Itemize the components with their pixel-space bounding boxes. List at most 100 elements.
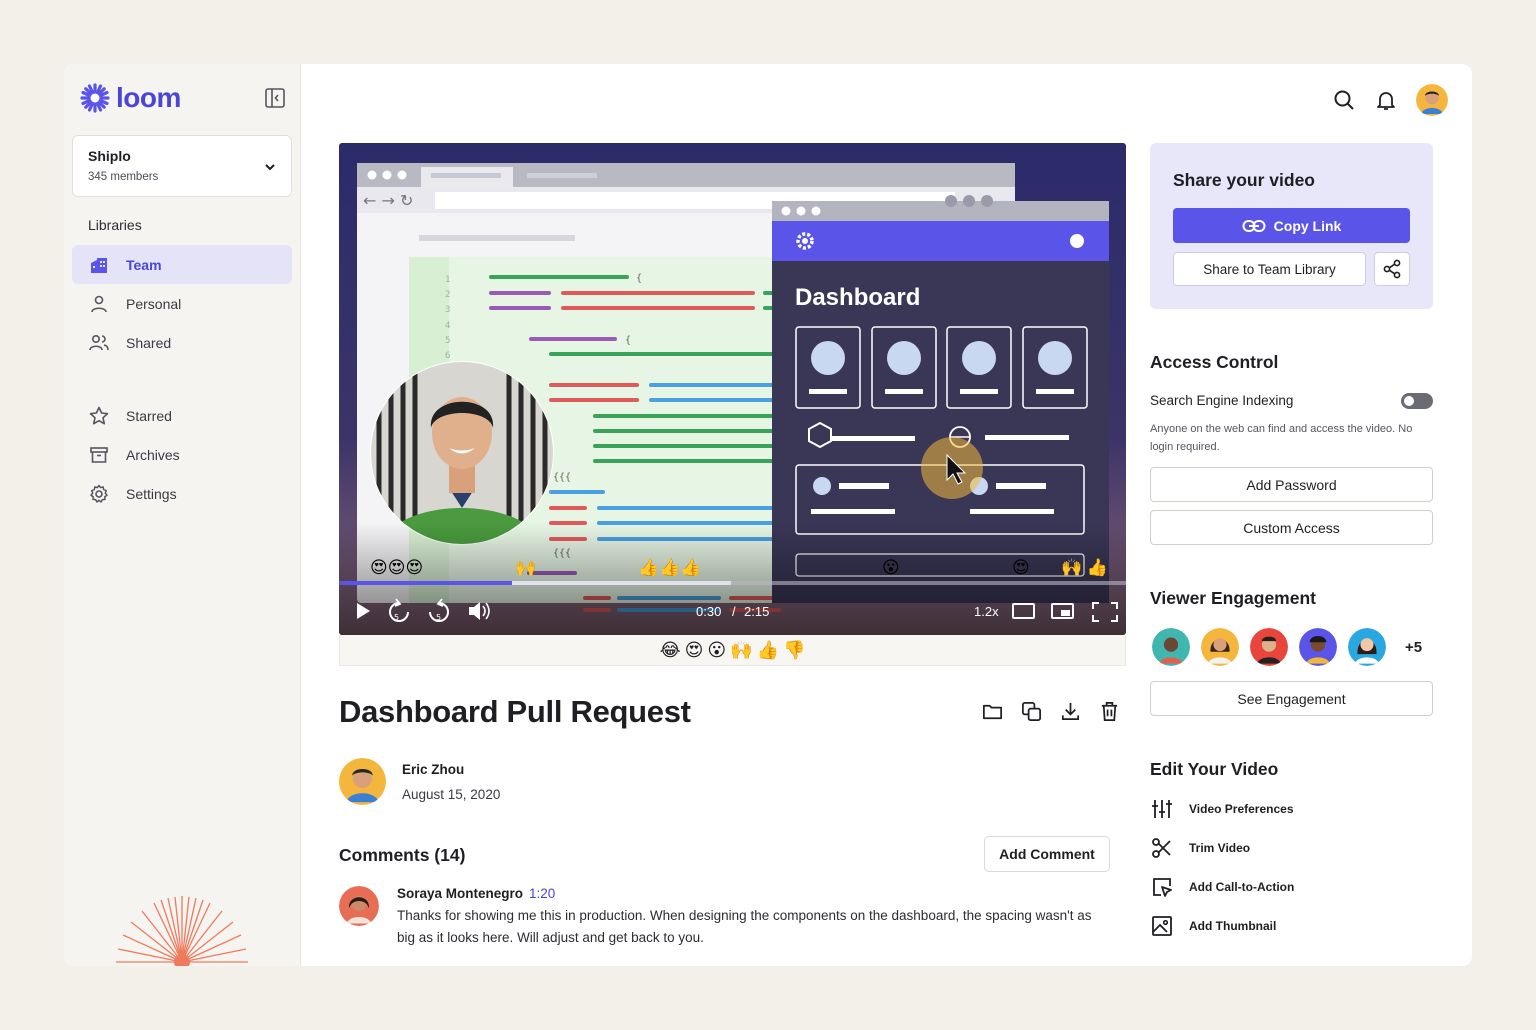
svg-text:{{{: {{{ bbox=[553, 472, 571, 483]
current-time: 0:30 bbox=[696, 604, 721, 619]
inner-dashboard-title: Dashboard bbox=[795, 284, 920, 311]
sidebar-item-starred[interactable]: Starred bbox=[72, 396, 292, 435]
libraries-heading: Libraries bbox=[88, 217, 142, 233]
viewer-avatar[interactable] bbox=[1150, 626, 1192, 668]
sidebar-item-settings[interactable]: Settings bbox=[72, 474, 292, 513]
author-name[interactable]: Eric Zhou bbox=[402, 762, 500, 777]
app-window: loom Shiplo 345 members Libraries Team P… bbox=[64, 64, 1472, 966]
search-indexing-description: Anyone on the web can find and access th… bbox=[1150, 423, 1413, 453]
svg-text:2: 2 bbox=[445, 290, 450, 300]
sidebar: loom Shiplo 345 members Libraries Team P… bbox=[64, 64, 301, 966]
svg-text:1: 1 bbox=[445, 275, 450, 285]
edit-item-label: Add Call-to-Action bbox=[1189, 880, 1295, 894]
sidebar-collapse-icon[interactable] bbox=[264, 87, 286, 109]
svg-text:{: { bbox=[625, 335, 631, 346]
svg-text:5: 5 bbox=[394, 613, 399, 622]
duplicate-icon[interactable] bbox=[1020, 700, 1043, 723]
main-content: ← → ↻ 1 2 3 4 5 6 {{{{{Dashboard 😍😍😍 🙌 👍👍👍… bbox=[301, 64, 1472, 966]
copy-link-label: Copy Link bbox=[1273, 217, 1342, 234]
archive-icon bbox=[90, 446, 108, 463]
svg-text:4: 4 bbox=[445, 321, 450, 331]
upload-date: August 15, 2020 bbox=[402, 786, 501, 802]
chevron-down-icon bbox=[265, 164, 275, 171]
sidebar-item-label: Team bbox=[126, 256, 162, 273]
workspace-members: 345 members bbox=[88, 171, 159, 183]
video-player[interactable]: ← → ↻ 1 2 3 4 5 6 {{{{{Dashboard 😍😍😍 🙌 👍👍👍… bbox=[339, 143, 1126, 635]
floating-reactions: 😍 bbox=[1012, 558, 1030, 577]
add-thumbnail-option[interactable]: Add Thumbnail bbox=[1150, 914, 1276, 938]
workspace-name: Shiplo bbox=[88, 148, 131, 164]
search-icon[interactable] bbox=[1332, 88, 1356, 112]
viewer-avatar[interactable] bbox=[1199, 626, 1241, 668]
reaction-love[interactable]: 😍 bbox=[685, 640, 704, 661]
custom-access-button[interactable]: Custom Access bbox=[1150, 510, 1433, 545]
edit-item-label: Video Preferences bbox=[1189, 802, 1294, 816]
search-indexing-toggle[interactable] bbox=[1401, 393, 1433, 409]
playback-speed[interactable]: 1.2x bbox=[974, 604, 999, 619]
svg-text:6: 6 bbox=[445, 351, 450, 361]
add-cta-option[interactable]: Add Call-to-Action bbox=[1150, 875, 1294, 899]
author-info: Eric Zhou August 15, 2020 bbox=[339, 758, 500, 805]
author-avatar[interactable] bbox=[339, 758, 386, 805]
reaction-wow[interactable]: 😮 bbox=[707, 640, 726, 661]
download-icon[interactable] bbox=[1059, 700, 1082, 723]
sidebar-item-shared[interactable]: Shared bbox=[72, 323, 292, 362]
viewer-avatar[interactable] bbox=[1297, 626, 1339, 668]
bell-icon[interactable] bbox=[1374, 88, 1398, 112]
time-separator: / bbox=[732, 604, 736, 619]
progress-bar[interactable] bbox=[339, 581, 512, 585]
sidebar-item-label: Shared bbox=[126, 334, 172, 351]
copy-link-button[interactable]: Copy Link bbox=[1173, 208, 1410, 243]
image-icon bbox=[1152, 916, 1172, 936]
loom-asterisk-icon bbox=[80, 83, 110, 113]
floating-reactions: 😍😍😍 bbox=[370, 558, 423, 577]
add-password-button[interactable]: Add Password bbox=[1150, 467, 1433, 502]
comment-item: Soraya Montenegro 1:20 Thanks for showing… bbox=[339, 886, 1109, 949]
video-preferences-option[interactable]: Video Preferences bbox=[1150, 797, 1294, 821]
sidebar-item-personal[interactable]: Personal bbox=[72, 284, 292, 323]
brand-name: loom bbox=[116, 82, 181, 113]
edit-item-label: Add Thumbnail bbox=[1189, 919, 1277, 933]
sidebar-item-label: Settings bbox=[126, 485, 177, 502]
sidebar-item-archives[interactable]: Archives bbox=[72, 435, 292, 474]
reaction-thumbs-down[interactable]: 👎 bbox=[783, 640, 805, 661]
share-icon bbox=[1383, 259, 1401, 279]
reaction-laugh[interactable]: 😂 bbox=[660, 640, 681, 661]
svg-text:← → ↻: ← → ↻ bbox=[363, 191, 413, 210]
viewer-avatar[interactable] bbox=[1346, 626, 1388, 668]
user-avatar[interactable] bbox=[1416, 84, 1448, 116]
sidebar-item-label: Personal bbox=[126, 295, 182, 312]
svg-text:3: 3 bbox=[445, 305, 450, 315]
floating-reactions: 👍👍👍 bbox=[638, 557, 702, 577]
loom-logo[interactable]: loom bbox=[80, 82, 181, 114]
trim-video-option[interactable]: Trim Video bbox=[1150, 836, 1250, 860]
access-control-heading: Access Control bbox=[1150, 352, 1279, 372]
commenter-avatar[interactable] bbox=[339, 886, 379, 926]
folder-icon[interactable] bbox=[981, 700, 1004, 723]
commenter-name[interactable]: Soraya Montenegro bbox=[397, 886, 523, 901]
edit-video-heading: Edit Your Video bbox=[1150, 759, 1279, 779]
floating-reactions: 🙌 bbox=[515, 558, 536, 577]
svg-text:{: { bbox=[636, 273, 642, 284]
add-comment-button[interactable]: Add Comment bbox=[984, 836, 1110, 872]
edit-item-label: Trim Video bbox=[1189, 841, 1251, 855]
floating-reactions: 🙌 👍 bbox=[1061, 557, 1108, 577]
reaction-thumbs-up[interactable]: 👍 bbox=[757, 640, 779, 661]
sidebar-item-team[interactable]: Team bbox=[72, 245, 292, 284]
trash-icon[interactable] bbox=[1098, 700, 1121, 723]
share-options-button[interactable] bbox=[1374, 252, 1410, 286]
share-to-team-library-button[interactable]: Share to Team Library bbox=[1173, 252, 1366, 286]
reaction-celebrate[interactable]: 🙌 bbox=[730, 640, 752, 661]
sidebar-item-label: Starred bbox=[126, 407, 172, 424]
share-card: Share your video Copy Link Share to Team… bbox=[1150, 143, 1433, 309]
person-icon bbox=[91, 295, 107, 312]
see-engagement-button[interactable]: See Engagement bbox=[1150, 681, 1433, 716]
sidebar-item-label: Archives bbox=[126, 446, 180, 463]
search-indexing-label: Search Engine Indexing bbox=[1150, 393, 1294, 408]
comment-timestamp[interactable]: 1:20 bbox=[529, 886, 555, 901]
more-viewers-count[interactable]: +5 bbox=[1405, 639, 1422, 656]
workspace-selector[interactable]: Shiplo 345 members bbox=[72, 135, 292, 197]
people-icon bbox=[89, 334, 109, 350]
viewer-avatar[interactable] bbox=[1248, 626, 1290, 668]
link-icon bbox=[1242, 219, 1266, 232]
